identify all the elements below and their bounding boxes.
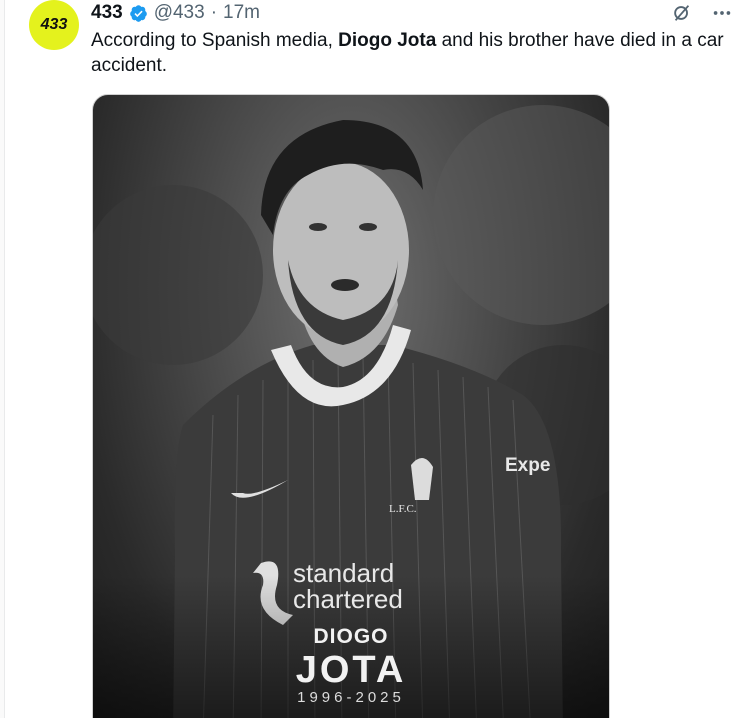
tweet-text-part: According to Spanish media, (91, 30, 339, 51)
player-first-name: DIOGO (313, 625, 389, 648)
player-last-name: JOTA (295, 649, 407, 691)
tweet-card[interactable]: 433 433 @433 · 17m According to Spanish … (4, 0, 750, 718)
kit-sponsor-line2: chartered (293, 584, 403, 614)
tweet-media-image[interactable]: standard chartered Expe L.F.C. DIOGO JOT… (92, 94, 610, 718)
grok-icon[interactable] (669, 2, 695, 24)
tweet-top-actions (669, 2, 735, 24)
more-icon[interactable] (709, 2, 735, 24)
verified-badge-icon (129, 4, 148, 23)
avatar[interactable]: 433 (29, 0, 79, 50)
club-crest-text: L.F.C. (389, 503, 417, 515)
tweet-text: According to Spanish media, Diogo Jota a… (91, 28, 731, 78)
avatar-logo-text: 433 (40, 16, 68, 33)
player-years: 1996-2025 (297, 689, 405, 706)
tweet-text-bold[interactable]: Diogo Jota (338, 30, 436, 51)
sleeve-sponsor: Expe (505, 455, 551, 476)
author-name[interactable]: 433 (91, 2, 123, 24)
separator-dot: · (210, 2, 218, 23)
kit-sponsor-line1: standard (293, 558, 395, 588)
tweet-header: 433 @433 · 17m (91, 0, 260, 26)
timestamp[interactable]: 17m (223, 2, 260, 24)
kit-sponsor-text: standard chartered (293, 560, 403, 612)
screenshot-frame: 433 433 @433 · 17m According to Spanish … (0, 0, 750, 718)
author-handle[interactable]: @433 (154, 2, 205, 24)
